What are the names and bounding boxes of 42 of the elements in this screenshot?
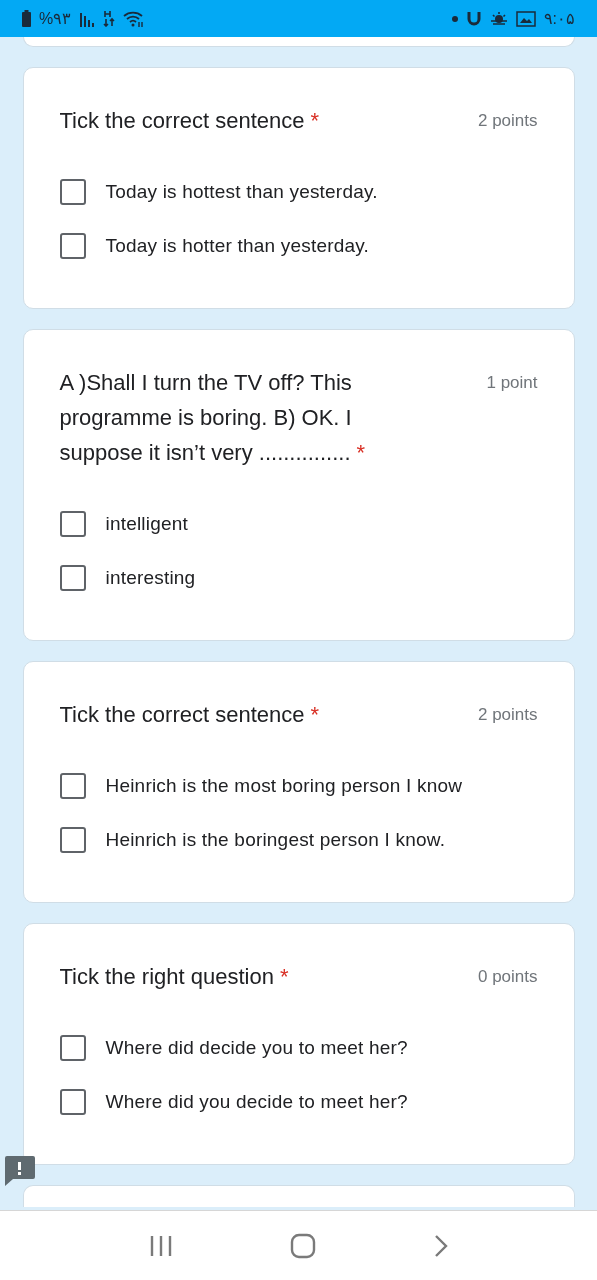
option-label[interactable]: interesting	[105, 567, 196, 589]
checkbox[interactable]	[59, 565, 86, 591]
home-icon[interactable]	[289, 1232, 316, 1259]
question-title: A )Shall I turn the TV off? This programme is boring. B) OK. I suppose it isn’t very ...............	[59, 370, 352, 465]
required-asterisk: *	[356, 440, 366, 465]
checkbox[interactable]	[59, 1035, 86, 1061]
image-icon	[515, 10, 536, 27]
required-asterisk: *	[279, 964, 289, 989]
feedback-icon[interactable]	[4, 1155, 35, 1186]
option-label[interactable]: Where did you decide to meet her?	[105, 1091, 408, 1113]
wifi-icon	[123, 10, 146, 27]
question-title: Tick the right question	[59, 964, 274, 989]
checkbox[interactable]	[59, 233, 86, 259]
data-arrows-icon	[103, 10, 116, 27]
battery-icon	[22, 10, 31, 27]
chevron-right-icon[interactable]	[432, 1233, 449, 1258]
required-asterisk: *	[310, 108, 320, 133]
checkbox[interactable]	[59, 179, 86, 205]
points-label: 2 points	[477, 110, 538, 132]
recent-apps-icon[interactable]	[148, 1233, 173, 1258]
checkbox[interactable]	[59, 827, 86, 853]
option-label[interactable]: Today is hottest than yesterday.	[105, 181, 378, 203]
option-label[interactable]: Heinrich is the boringest person I know.	[105, 829, 446, 851]
option-label[interactable]: Where did decide you to meet her?	[105, 1037, 408, 1059]
checkbox[interactable]	[59, 773, 86, 799]
option-label[interactable]: Today is hotter than yesterday.	[105, 235, 370, 257]
checkbox[interactable]	[59, 511, 86, 537]
required-asterisk: *	[310, 702, 320, 727]
weather-icon	[489, 10, 508, 27]
checkbox[interactable]	[59, 1089, 86, 1115]
points-label: 0 points	[477, 966, 538, 988]
horseshoe-icon	[465, 10, 482, 27]
points-label: 1 point	[486, 372, 538, 394]
option-label[interactable]: intelligent	[105, 513, 188, 535]
battery-level: %۹۳	[39, 9, 72, 28]
points-label: 2 points	[477, 704, 538, 726]
question-title: Tick the correct sentence	[59, 108, 305, 133]
signal-icon	[79, 10, 96, 27]
clock: ۹:۰۵	[543, 9, 575, 28]
question-title: Tick the correct sentence	[59, 702, 305, 727]
dot-icon	[451, 15, 458, 22]
option-label[interactable]: Heinrich is the most boring person I know	[105, 775, 463, 797]
